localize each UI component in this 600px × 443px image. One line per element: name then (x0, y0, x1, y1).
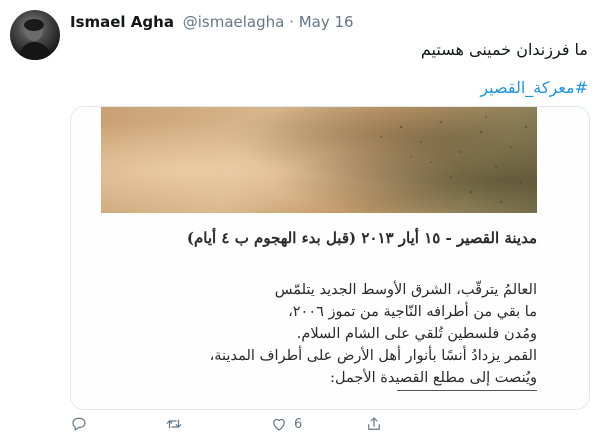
poem-line: العالمُ يترقّب، الشرق الأوسط الجديد يتلم… (274, 282, 537, 298)
like-button[interactable]: 6 (270, 412, 302, 436)
reply-button[interactable] (70, 412, 88, 436)
tweet-actions: 6 (70, 412, 520, 436)
poem-line: ويُنصت إلى مطلع القصيدة الأجمل: (330, 370, 537, 386)
poem-body: العالمُ يترقّب، الشرق الأوسط الجديد يتلم… (137, 279, 537, 391)
poem-underline (397, 390, 537, 391)
heading-line: (قبل بدء الهجوم ب ٤ أيام) (186, 229, 357, 247)
tweet-text: ما فرزندان خمینی هستیم (420, 40, 588, 59)
tweet-media-image[interactable]: مدينة القصير - ١٥ أيار ٢٠١٣ (قبل بدء اله… (70, 106, 590, 410)
hashtag-link[interactable]: #معركة_القصير (480, 78, 588, 97)
poem-heading: مدينة القصير - ١٥ أيار ٢٠١٣ (قبل بدء اله… (137, 227, 537, 249)
handle[interactable]: @ismaelagha (183, 13, 285, 31)
retweet-button[interactable] (165, 412, 183, 436)
heart-icon (273, 418, 285, 431)
heading-line: مدينة القصير - ١٥ أيار ٢٠١٣ (361, 229, 537, 247)
tweet-meta: @ismaelagha · May 16 (183, 13, 354, 31)
avatar[interactable] (10, 10, 60, 60)
sand-texture (380, 116, 528, 204)
share-icon (368, 417, 380, 430)
poem-line: ومُدن فلسطين تُلقي على الشام السلام. (296, 326, 537, 342)
tweet-header: Ismael Agha @ismaelagha · May 16 (70, 13, 354, 31)
display-name[interactable]: Ismael Agha (70, 13, 174, 31)
avatar-portrait (18, 19, 52, 60)
tweet-date[interactable]: May 16 (299, 13, 354, 31)
poem-line: ما بقي من أطرافه النّاجية من تموز ٢٠٠٦، (288, 304, 537, 320)
share-button[interactable] (365, 412, 383, 436)
comment-icon (72, 417, 86, 431)
poem-line: القمر يزدادُ أنسًا بأنوار أهل الأرض على … (209, 348, 537, 364)
retweet-icon (166, 419, 182, 429)
like-count: 6 (294, 416, 303, 432)
meta-separator: · (289, 13, 294, 31)
